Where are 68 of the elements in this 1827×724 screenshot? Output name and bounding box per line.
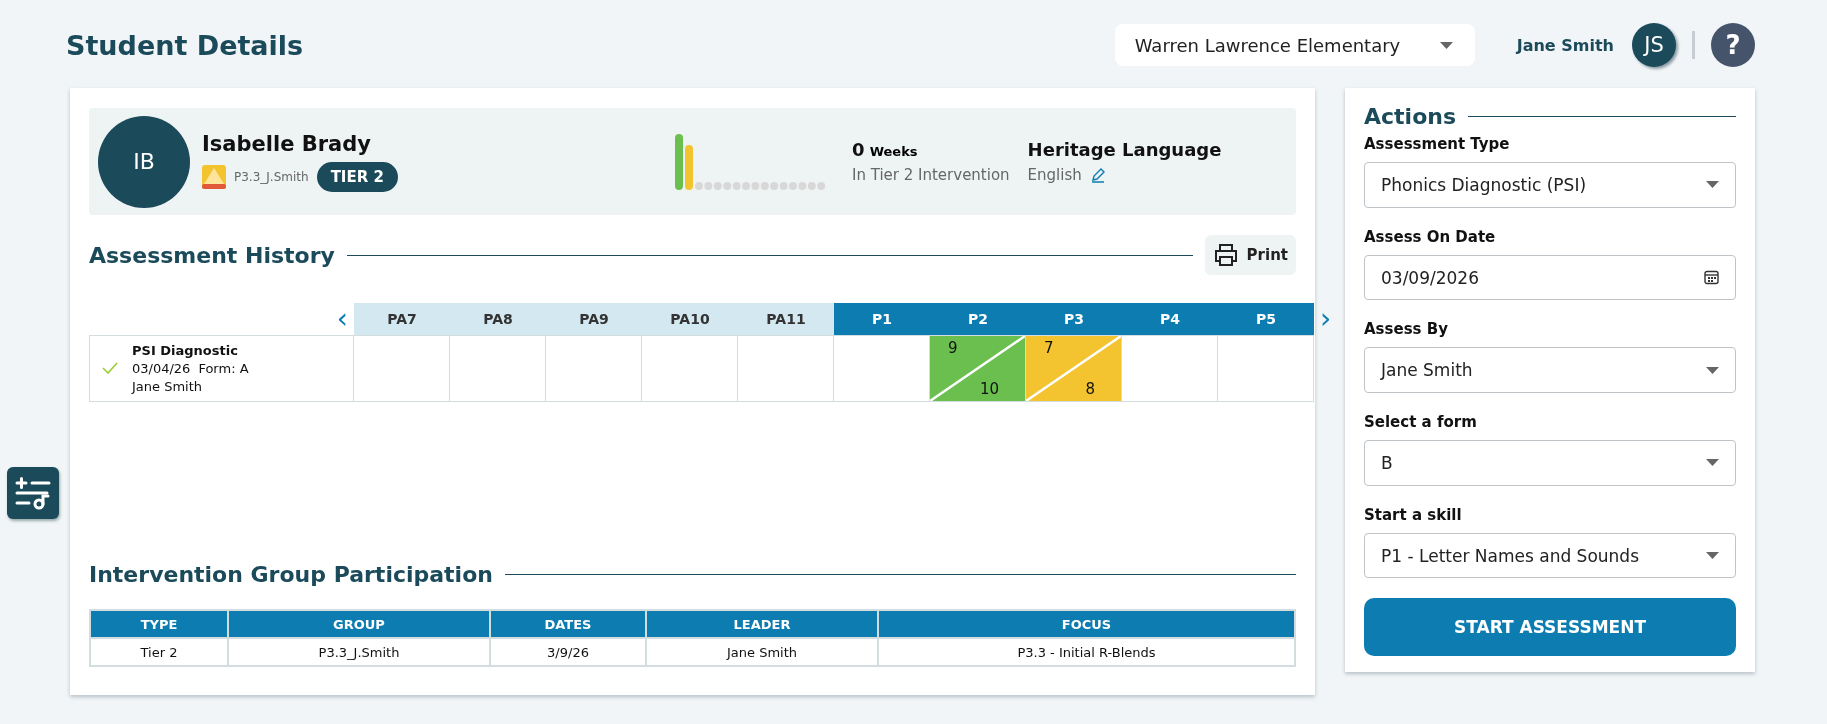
section-title: Actions: [1364, 104, 1456, 129]
column-header: DATES: [490, 610, 646, 638]
page-title: Student Details: [66, 29, 305, 61]
column-header: PA8: [450, 303, 546, 335]
group-icon: [202, 164, 226, 189]
column-header: PA11: [738, 303, 834, 335]
filter-button[interactable]: [7, 467, 59, 519]
school-dropdown[interactable]: Warren Lawrence Elementary: [1114, 24, 1475, 66]
assessor-name: Jane Smith: [132, 379, 204, 394]
column-header: LEADER: [646, 610, 878, 638]
caret-icon: [1706, 552, 1719, 560]
column-header: PA7: [354, 303, 450, 335]
group-name: P3.3_J.Smith: [234, 169, 309, 184]
column-header: P2: [930, 303, 1026, 335]
assessment-form: Form: A: [198, 361, 249, 376]
language-label: Heritage Language: [1027, 139, 1222, 160]
assessment-name: PSI Diagnostic: [132, 343, 239, 358]
field-label: Assess On Date: [1364, 227, 1497, 246]
table-cell: Jane Smith: [646, 638, 878, 666]
column-header: P1: [834, 303, 930, 335]
column-header: P5: [1218, 303, 1314, 335]
user-avatar[interactable]: JS: [1632, 23, 1676, 67]
select-field[interactable]: P1 - Letter Names and Sounds: [1364, 532, 1736, 579]
section-title: Intervention Group Participation: [89, 562, 493, 587]
table-cell: P3.3_J.Smith: [228, 638, 490, 666]
field-label: Assessment Type: [1364, 135, 1511, 153]
table-cell: Tier 2: [90, 638, 228, 666]
score-top: 9: [948, 339, 958, 357]
score-bottom: 8: [1085, 380, 1095, 398]
column-header: TYPE: [90, 610, 228, 638]
date-field[interactable]: 03/09/2026: [1364, 254, 1736, 301]
column-header: P3: [1026, 303, 1122, 335]
print-button[interactable]: Print: [1204, 235, 1296, 275]
column-header: PA10: [642, 303, 738, 335]
calendar-icon[interactable]: [1704, 270, 1719, 286]
weeks-count: 0 Weeks: [852, 139, 919, 160]
sliders-icon: [15, 476, 51, 510]
column-header: PA9: [546, 303, 642, 335]
table-cell: P3.3 - Initial R-Blends: [878, 638, 1295, 666]
field-label: Assess By: [1364, 320, 1449, 339]
user-name: Jane Smith: [1516, 35, 1614, 55]
score-top: 7: [1044, 339, 1054, 357]
pencil-icon[interactable]: [1089, 167, 1106, 183]
field-label: Start a skill: [1364, 505, 1463, 524]
caret-icon: [1706, 459, 1719, 467]
weeks-caption: In Tier 2 Intervention: [852, 166, 1010, 184]
score-bottom: 10: [979, 380, 999, 398]
caret-icon: [1439, 41, 1453, 49]
section-title: Assessment History: [89, 242, 335, 268]
help-button[interactable]: ?: [1711, 23, 1755, 67]
column-header: FOCUS: [878, 610, 1295, 638]
column-header: GROUP: [228, 610, 490, 638]
field-label: Select a form: [1364, 413, 1478, 432]
start-assessment-button[interactable]: START ASSESSMENT: [1364, 598, 1736, 657]
tier-badge: TIER 2: [316, 161, 398, 192]
student-name: Isabelle Brady: [202, 131, 372, 156]
language-value: English: [1027, 166, 1082, 184]
caret-icon: [1706, 181, 1719, 189]
select-field[interactable]: Jane Smith: [1364, 347, 1736, 394]
caret-icon: [1706, 366, 1719, 374]
column-header: P4: [1122, 303, 1218, 335]
select-field[interactable]: B: [1364, 440, 1736, 486]
student-avatar: IB: [98, 115, 190, 208]
check-icon: [102, 362, 118, 374]
table-cell: 3/9/26: [490, 638, 646, 666]
select-field[interactable]: Phonics Diagnostic (PSI): [1364, 162, 1736, 208]
assessment-date: 03/04/26: [132, 361, 191, 376]
printer-icon: [1212, 243, 1239, 267]
